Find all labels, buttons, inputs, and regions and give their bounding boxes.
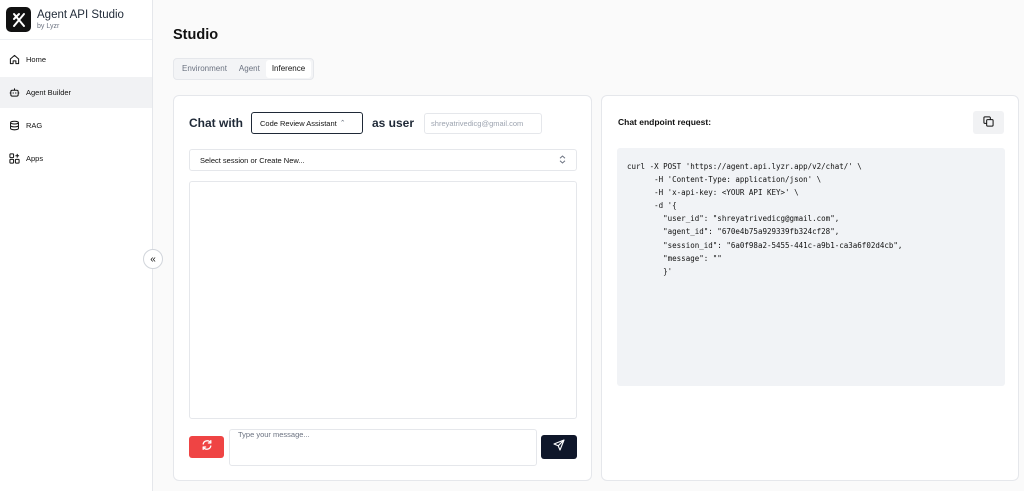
code-line: "agent_id": "670e4b75a929339fb324cf28",	[627, 227, 840, 237]
sidebar-item-rag[interactable]: RAG	[0, 110, 152, 141]
sidebar: Agent API Studio by Lyzr Home Agent Buil…	[0, 0, 153, 491]
studio-tabs: Environment Agent Inference	[173, 58, 315, 80]
database-icon	[8, 120, 20, 132]
sidebar-item-label: Agent Builder	[26, 88, 72, 97]
code-line: curl -X POST 'https://agent.api.lyzr.app…	[627, 162, 862, 171]
agent-select-value: Code Review Assistant	[260, 118, 337, 128]
chat-header: Chat with Code Review Assistant ⌃ as use…	[189, 111, 543, 135]
copy-icon	[983, 114, 994, 132]
code-line: }'	[627, 266, 673, 276]
chevron-up-down-icon: ⌃	[339, 120, 346, 127]
chat-with-label: Chat with	[189, 116, 243, 130]
copy-button[interactable]	[973, 111, 1004, 134]
chevron-up-down-icon	[559, 154, 566, 166]
tab-inference[interactable]: Inference	[265, 60, 312, 78]
user-email-field[interactable]	[424, 112, 543, 134]
apps-icon	[8, 153, 20, 165]
brand-header: Agent API Studio by Lyzr	[0, 0, 152, 40]
code-line: "user_id": "shreyatrivedicg@gmail.com",	[627, 214, 840, 224]
endpoint-panel: Chat endpoint request: curl -X POST 'htt…	[601, 95, 1019, 481]
curl-code-block[interactable]: curl -X POST 'https://agent.api.lyzr.app…	[617, 148, 1005, 386]
sidebar-item-home[interactable]: Home	[0, 44, 152, 75]
collapse-sidebar-button[interactable]: «	[143, 249, 163, 269]
endpoint-title: Chat endpoint request:	[618, 117, 712, 127]
page-title: Studio	[173, 27, 219, 43]
code-line: "message": ""	[627, 253, 722, 263]
chat-panel: Chat with Code Review Assistant ⌃ as use…	[173, 95, 592, 481]
sidebar-item-apps[interactable]: Apps	[0, 143, 152, 174]
sidebar-item-agent-builder[interactable]: Agent Builder	[0, 77, 152, 108]
chevrons-left-icon: «	[150, 253, 156, 265]
code-line: "session_id": "6a0f98a2-5455-441c-a9b1-c…	[627, 240, 903, 250]
code-line: -H 'Content-Type: application/json' \	[627, 175, 822, 185]
refresh-icon	[201, 438, 213, 456]
session-select-placeholder: Select session or Create New...	[200, 155, 305, 165]
as-user-label: as user	[372, 116, 415, 130]
session-select[interactable]: Select session or Create New...	[189, 149, 577, 171]
sidebar-item-label: Apps	[26, 154, 44, 163]
message-input[interactable]	[229, 429, 537, 466]
chat-messages-area[interactable]	[189, 181, 577, 419]
app-subtitle: by Lyzr	[37, 22, 60, 30]
sidebar-item-label: Home	[26, 55, 47, 64]
code-line: -d '{	[627, 201, 677, 211]
send-icon	[553, 438, 565, 456]
bot-icon	[8, 87, 20, 99]
home-icon	[8, 54, 20, 66]
reset-chat-button[interactable]	[189, 436, 224, 458]
agent-select[interactable]: Code Review Assistant ⌃	[251, 112, 363, 134]
sidebar-item-label: RAG	[26, 121, 43, 130]
tab-environment[interactable]: Environment	[176, 60, 233, 78]
tab-agent[interactable]: Agent	[233, 60, 266, 78]
lyzr-logo-icon	[6, 7, 31, 32]
send-button[interactable]	[541, 435, 577, 459]
sidebar-nav: Home Agent Builder RAG Apps	[0, 44, 152, 174]
app-title: Agent API Studio	[37, 8, 124, 21]
code-line: -H 'x-api-key: <YOUR API KEY>' \	[627, 188, 799, 198]
